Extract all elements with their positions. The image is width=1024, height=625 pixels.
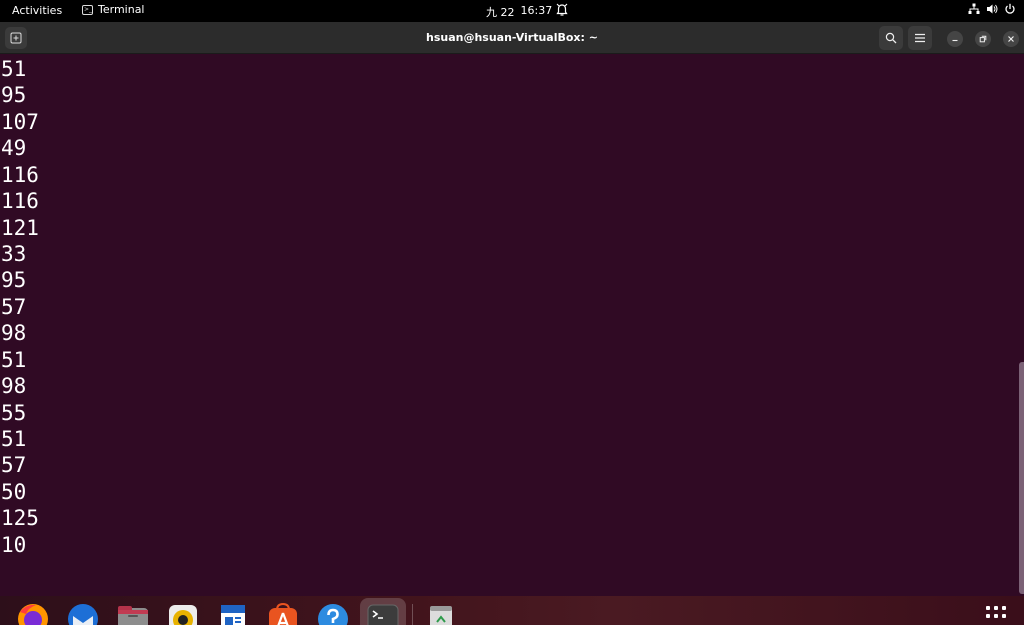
close-button[interactable] xyxy=(1003,31,1019,47)
output-line: 98 xyxy=(1,321,27,345)
network-icon xyxy=(968,3,980,14)
output-line: 107 xyxy=(1,110,39,134)
output-line: 51 xyxy=(1,348,27,372)
firefox-icon xyxy=(18,604,48,625)
window-title: hsuan@hsuan-VirtualBox: ~ xyxy=(426,31,598,44)
volume-icon xyxy=(987,4,998,14)
search-icon xyxy=(885,32,897,44)
output-line: 95 xyxy=(1,83,27,107)
terminal-small-icon: >_ xyxy=(82,4,93,15)
terminal-icon xyxy=(367,604,399,625)
output-line: 98 xyxy=(1,374,27,398)
terminal-scrollbar[interactable] xyxy=(1019,362,1024,594)
restore-button[interactable] xyxy=(975,31,991,47)
app-center-icon xyxy=(269,602,297,625)
app-menu[interactable]: >_ Terminal xyxy=(82,3,145,16)
minimize-icon xyxy=(952,39,958,42)
show-apps-icon xyxy=(986,614,990,618)
dock-item-thunderbird[interactable] xyxy=(66,602,100,625)
show-apps-icon xyxy=(1002,614,1006,618)
search-button[interactable] xyxy=(879,26,903,50)
output-line: 116 xyxy=(1,189,39,213)
dock-item-files[interactable] xyxy=(116,602,150,625)
show-apps-icon xyxy=(1002,606,1006,610)
output-line: 125 xyxy=(1,506,39,530)
output-line: 57 xyxy=(1,295,27,319)
dock-item-firefox[interactable] xyxy=(16,602,50,625)
output-line: 50 xyxy=(1,480,27,504)
terminal-output[interactable]: 51 95 107 49 116 116 121 33 95 57 98 51 … xyxy=(0,54,1024,596)
dock-item-terminal[interactable] xyxy=(366,602,400,625)
menu-button[interactable] xyxy=(908,26,932,50)
desktop: Activities >_ Terminal 九 22 16:37 hsuan@… xyxy=(0,0,1024,625)
restore-icon xyxy=(979,35,987,43)
output-line: 49 xyxy=(1,136,27,160)
output-line: 51 xyxy=(1,427,27,451)
dock-item-trash[interactable] xyxy=(424,602,458,625)
dock xyxy=(0,596,1024,625)
help-icon xyxy=(318,604,348,625)
dock-item-rhythmbox[interactable] xyxy=(166,602,200,625)
minimize-button[interactable] xyxy=(947,31,963,47)
trash-icon xyxy=(430,606,452,625)
power-icon xyxy=(1005,3,1015,14)
dock-item-help[interactable] xyxy=(316,602,350,625)
clock[interactable]: 九 22 16:37 xyxy=(486,4,552,20)
activities-button[interactable]: Activities xyxy=(12,4,62,17)
show-apps-icon xyxy=(986,606,990,610)
app-menu-label: Terminal xyxy=(98,3,145,16)
dock-item-writer[interactable] xyxy=(216,602,250,625)
output-line: 51 xyxy=(1,57,27,81)
alarm-icon[interactable] xyxy=(556,3,568,17)
show-apps-icon xyxy=(994,606,998,610)
output-line: 55 xyxy=(1,401,27,425)
thunderbird-icon xyxy=(68,604,98,625)
show-apps-icon xyxy=(994,614,998,618)
show-apps-button[interactable] xyxy=(986,606,1010,622)
output-line: 116 xyxy=(1,163,39,187)
system-menu[interactable] xyxy=(968,3,1016,15)
close-icon xyxy=(1008,36,1014,42)
output-line: 33 xyxy=(1,242,27,266)
dock-separator xyxy=(412,604,413,625)
clock-date: 九 22 xyxy=(486,6,515,19)
output-line: 121 xyxy=(1,216,39,240)
terminal-header-bar: hsuan@hsuan-VirtualBox: ~ xyxy=(0,22,1024,54)
hamburger-menu-icon xyxy=(915,33,925,43)
output-line: 95 xyxy=(1,268,27,292)
dock-item-app-center[interactable] xyxy=(266,602,300,625)
output-line: 57 xyxy=(1,453,27,477)
rhythmbox-icon xyxy=(169,605,197,625)
top-bar: Activities >_ Terminal 九 22 16:37 xyxy=(0,0,1024,22)
new-tab-icon xyxy=(10,32,22,44)
files-icon xyxy=(118,606,148,625)
clock-time: 16:37 xyxy=(520,4,553,17)
new-tab-button[interactable] xyxy=(5,27,27,49)
output-line: 10 xyxy=(1,533,27,557)
libreoffice-writer-icon xyxy=(221,605,245,625)
